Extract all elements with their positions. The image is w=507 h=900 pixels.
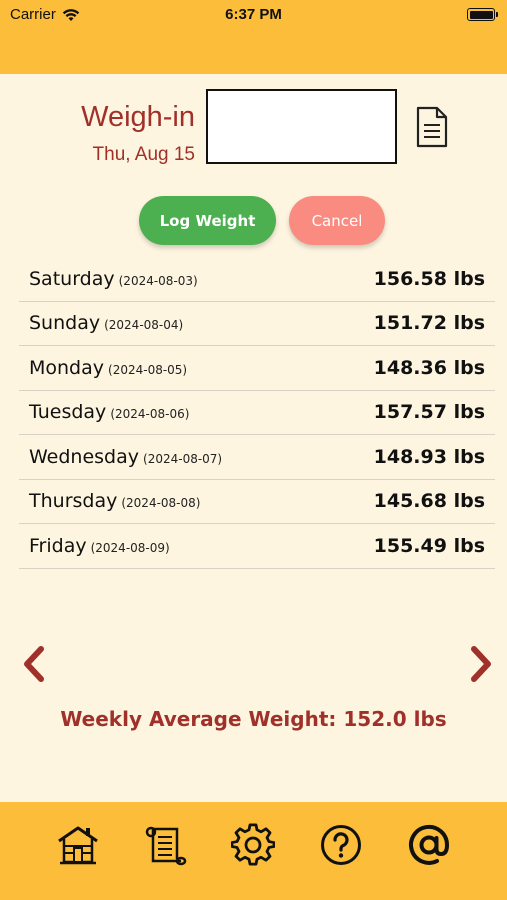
tab-settings[interactable] (230, 822, 276, 868)
entry-date: (2024-08-03) (118, 273, 198, 288)
list-item[interactable]: Thursday (2024-08-08) 145.68 lbs (19, 480, 495, 524)
weighin-date: Thu, Aug 15 (92, 144, 195, 165)
weight-input[interactable] (206, 89, 397, 164)
entry-day: Thursday (29, 490, 118, 513)
entry-weight: 148.36 lbs (373, 356, 485, 379)
list-item[interactable]: Monday (2024-08-05) 148.36 lbs (19, 346, 495, 391)
cancel-button[interactable]: Cancel (289, 196, 385, 245)
home-icon (58, 826, 98, 865)
help-icon (321, 825, 361, 865)
entry-date: (2024-08-05) (108, 362, 188, 377)
battery-icon (467, 8, 498, 21)
entry-date: (2024-08-07) (143, 451, 223, 466)
entry-day: Friday (29, 534, 87, 557)
entry-day: Saturday (29, 267, 115, 290)
entry-date: (2024-08-08) (121, 496, 201, 511)
entry-day: Tuesday (29, 401, 107, 424)
entry-weight: 151.72 lbs (373, 312, 485, 335)
entry-day: Sunday (29, 312, 101, 335)
previous-week-chevron-left-icon[interactable] (19, 644, 49, 684)
entry-weight: 155.49 lbs (373, 534, 485, 557)
entry-day: Monday (29, 356, 105, 379)
entry-weight: 157.57 lbs (373, 401, 485, 424)
status-time: 6:37 PM (225, 6, 282, 23)
entry-date: (2024-08-04) (104, 318, 184, 333)
weekly-average: Weekly Average Weight: 152.0 lbs (60, 707, 447, 731)
entry-weight: 148.93 lbs (373, 445, 485, 468)
weighin-title: Weigh-in (81, 101, 195, 133)
entry-day: Wednesday (29, 445, 140, 468)
list-item[interactable]: Tuesday (2024-08-06) 157.57 lbs (19, 391, 495, 435)
list-item[interactable]: Saturday (2024-08-03) 156.58 lbs (19, 257, 495, 302)
next-week-chevron-right-icon[interactable] (466, 644, 496, 684)
list-item[interactable]: Sunday (2024-08-04) 151.72 lbs (19, 302, 495, 346)
entry-weight: 145.68 lbs (373, 490, 485, 513)
list-item[interactable]: Friday (2024-08-09) 155.49 lbs (19, 524, 495, 569)
tab-home[interactable] (55, 822, 101, 868)
entry-date: (2024-08-09) (90, 540, 170, 555)
at-icon (409, 824, 450, 865)
log-weight-button[interactable]: Log Weight (139, 196, 276, 245)
tab-log[interactable] (142, 822, 188, 868)
scroll-icon (145, 826, 187, 866)
entry-weight: 156.58 lbs (373, 267, 485, 290)
tab-contact[interactable] (406, 822, 452, 868)
tab-help[interactable] (318, 822, 364, 868)
gear-icon (231, 823, 275, 866)
entry-date: (2024-08-06) (110, 407, 190, 422)
list-item[interactable]: Wednesday (2024-08-07) 148.93 lbs (19, 435, 495, 480)
weight-entries-list: Saturday (2024-08-03) 156.58 lbs Sunday (2… (19, 257, 495, 569)
document-icon[interactable] (413, 106, 451, 148)
